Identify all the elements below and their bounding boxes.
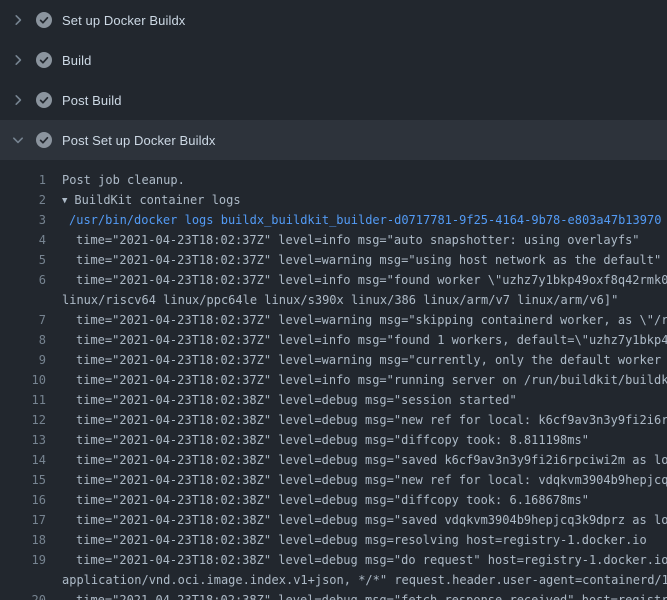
log-text: Post job cleanup. xyxy=(62,170,185,190)
log-text: time="2021-04-23T18:02:37Z" level=info m… xyxy=(62,330,667,350)
log-row: linux/riscv64 linux/ppc64le linux/s390x … xyxy=(0,290,667,310)
log-text: time="2021-04-23T18:02:38Z" level=debug … xyxy=(62,390,517,410)
log-text: time="2021-04-23T18:02:37Z" level=info m… xyxy=(62,270,667,290)
workflow-log-panel: Set up Docker Buildx Build Post Build Po… xyxy=(0,0,667,600)
log-row: 1 Post job cleanup. xyxy=(0,170,667,190)
line-number[interactable]: 2 xyxy=(0,190,46,210)
log-lines: 1 Post job cleanup. 2 ▼BuildKit container l… xyxy=(0,170,667,600)
line-number xyxy=(0,570,46,590)
log-text: time="2021-04-23T18:02:37Z" level=warnin… xyxy=(62,350,667,370)
log-row: 17 time="2021-04-23T18:02:38Z" level=debu… xyxy=(0,510,667,530)
log-text: time="2021-04-23T18:02:38Z" level=debug … xyxy=(62,430,589,450)
chevron-right-icon[interactable] xyxy=(10,52,26,68)
log-row: 12 time="2021-04-23T18:02:38Z" level=debu… xyxy=(0,410,667,430)
log-row: 16 time="2021-04-23T18:02:38Z" level=debu… xyxy=(0,490,667,510)
log-row: 15 time="2021-04-23T18:02:38Z" level=debu… xyxy=(0,470,667,490)
log-text: time="2021-04-23T18:02:38Z" level=debug … xyxy=(62,550,667,570)
log-text: time="2021-04-23T18:02:38Z" level=debug … xyxy=(62,510,667,530)
log-text: linux/riscv64 linux/ppc64le linux/s390x … xyxy=(62,290,618,310)
line-number[interactable]: 10 xyxy=(0,370,46,390)
check-circle-icon xyxy=(36,12,52,28)
section-title: Build xyxy=(62,53,91,68)
log-area: 1 Post job cleanup. 2 ▼BuildKit container l… xyxy=(0,160,667,600)
section-header-post-set-up-docker-buildx[interactable]: Post Set up Docker Buildx xyxy=(0,120,667,160)
log-text: time="2021-04-23T18:02:38Z" level=debug … xyxy=(62,450,667,470)
line-number[interactable]: 16 xyxy=(0,490,46,510)
chevron-right-icon[interactable] xyxy=(10,12,26,28)
line-number[interactable]: 8 xyxy=(0,330,46,350)
check-circle-icon xyxy=(36,52,52,68)
log-row: 9 time="2021-04-23T18:02:37Z" level=warni… xyxy=(0,350,667,370)
log-row: 8 time="2021-04-23T18:02:37Z" level=info … xyxy=(0,330,667,350)
log-text: time="2021-04-23T18:02:38Z" level=debug … xyxy=(62,470,667,490)
log-text: time="2021-04-23T18:02:37Z" level=warnin… xyxy=(62,250,661,270)
line-number[interactable]: 20 xyxy=(0,590,46,600)
line-number xyxy=(0,290,46,310)
line-number[interactable]: 1 xyxy=(0,170,46,190)
log-row: 11 time="2021-04-23T18:02:38Z" level=debu… xyxy=(0,390,667,410)
group-toggle-icon[interactable]: ▼ xyxy=(62,191,67,210)
check-circle-icon xyxy=(36,92,52,108)
chevron-down-icon[interactable] xyxy=(10,132,26,148)
log-text: time="2021-04-23T18:02:38Z" level=debug … xyxy=(62,490,589,510)
log-text: time="2021-04-23T18:02:37Z" level=info m… xyxy=(62,230,640,250)
line-number[interactable]: 5 xyxy=(0,250,46,270)
log-text: time="2021-04-23T18:02:38Z" level=debug … xyxy=(62,530,647,550)
log-text: application/vnd.oci.image.index.v1+json,… xyxy=(62,570,667,590)
log-text: time="2021-04-23T18:02:37Z" level=info m… xyxy=(62,370,667,390)
line-number[interactable]: 15 xyxy=(0,470,46,490)
log-text: time="2021-04-23T18:02:38Z" level=debug … xyxy=(62,590,667,600)
line-number[interactable]: 4 xyxy=(0,230,46,250)
line-number[interactable]: 3 xyxy=(0,210,46,230)
log-row: 4 time="2021-04-23T18:02:37Z" level=info … xyxy=(0,230,667,250)
section-title: Post Build xyxy=(62,93,122,108)
line-number[interactable]: 14 xyxy=(0,450,46,470)
line-number[interactable]: 12 xyxy=(0,410,46,430)
chevron-right-icon[interactable] xyxy=(10,92,26,108)
log-row: 2 ▼BuildKit container logs xyxy=(0,190,667,210)
log-text[interactable]: ▼BuildKit container logs xyxy=(62,190,241,210)
line-number[interactable]: 18 xyxy=(0,530,46,550)
line-number[interactable]: 7 xyxy=(0,310,46,330)
log-text: time="2021-04-23T18:02:38Z" level=debug … xyxy=(62,410,667,430)
section-header-build[interactable]: Build xyxy=(0,40,667,80)
log-row: 6 time="2021-04-23T18:02:37Z" level=info … xyxy=(0,270,667,290)
log-row: 5 time="2021-04-23T18:02:37Z" level=warni… xyxy=(0,250,667,270)
line-number[interactable]: 13 xyxy=(0,430,46,450)
section-title: Set up Docker Buildx xyxy=(62,13,185,28)
log-row: 3/usr/bin/docker logs buildx_buildkit_bu… xyxy=(0,210,667,230)
log-text: time="2021-04-23T18:02:37Z" level=warnin… xyxy=(62,310,667,330)
log-row: application/vnd.oci.image.index.v1+json,… xyxy=(0,570,667,590)
log-row: 18 time="2021-04-23T18:02:38Z" level=debu… xyxy=(0,530,667,550)
section-title: Post Set up Docker Buildx xyxy=(62,133,216,148)
line-number[interactable]: 6 xyxy=(0,270,46,290)
log-row: 20 time="2021-04-23T18:02:38Z" level=debu… xyxy=(0,590,667,600)
line-number[interactable]: 17 xyxy=(0,510,46,530)
log-row: 14 time="2021-04-23T18:02:38Z" level=debu… xyxy=(0,450,667,470)
line-number[interactable]: 9 xyxy=(0,350,46,370)
log-row: 7 time="2021-04-23T18:02:37Z" level=warni… xyxy=(0,310,667,330)
section-header-post-build[interactable]: Post Build xyxy=(0,80,667,120)
log-row: 10 time="2021-04-23T18:02:37Z" level=info… xyxy=(0,370,667,390)
log-command-text: /usr/bin/docker logs buildx_buildkit_bui… xyxy=(62,210,661,230)
section-header-set-up-docker-buildx[interactable]: Set up Docker Buildx xyxy=(0,0,667,40)
log-row: 19 time="2021-04-23T18:02:38Z" level=debu… xyxy=(0,550,667,570)
check-circle-icon xyxy=(36,132,52,148)
line-number[interactable]: 11 xyxy=(0,390,46,410)
log-row: 13 time="2021-04-23T18:02:38Z" level=debu… xyxy=(0,430,667,450)
line-number[interactable]: 19 xyxy=(0,550,46,570)
